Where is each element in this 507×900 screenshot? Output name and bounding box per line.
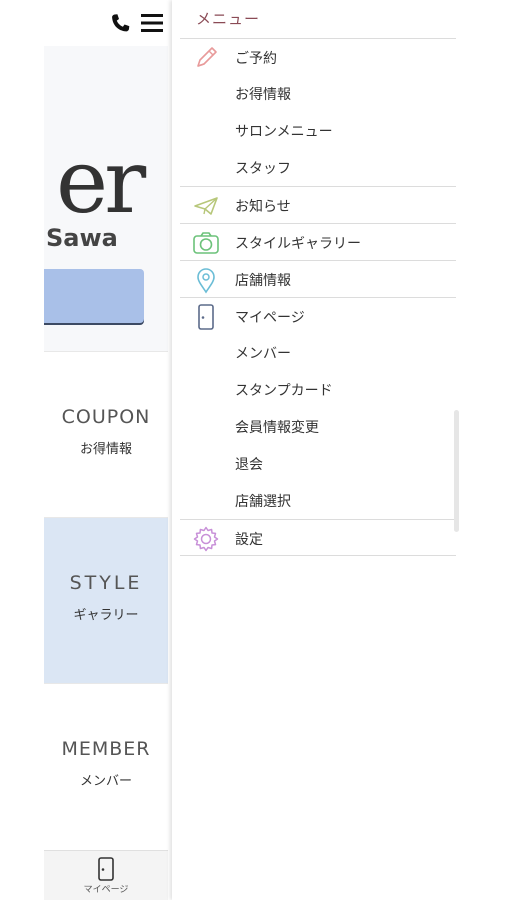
side-drawer-menu: メニュー ご予約 お得情報 サロンメニュー スタッフ お知らせ スタイルギャラリ… [172, 0, 507, 900]
drawer-menu-list: ご予約 お得情報 サロンメニュー スタッフ お知らせ スタイルギャラリー 店舗情… [180, 38, 456, 556]
menu-item-style-gallery[interactable]: スタイルギャラリー [180, 223, 456, 260]
tab-label: マイページ [83, 885, 129, 895]
menu-item-label: スタッフ [235, 161, 291, 177]
gear-icon [193, 526, 219, 552]
menu-item-label: マイページ [235, 310, 305, 326]
pencil-icon [197, 47, 217, 67]
menu-item-store-select[interactable]: 店舗選択 [180, 482, 456, 519]
menu-item-label: メンバー [235, 346, 291, 362]
menu-item-label: 会員情報変更 [235, 420, 319, 436]
tile-title: COUPON [61, 406, 151, 428]
door-icon [198, 304, 214, 330]
menu-item-coupon[interactable]: お得情報 [180, 75, 456, 112]
menu-item-staff[interactable]: スタッフ [180, 149, 456, 186]
background-page: er Sawa COUPON お得情報 STYLE ギャラリー MEMBER メ… [44, 0, 168, 900]
drawer-title: メニュー [196, 10, 261, 28]
hero-button[interactable] [44, 269, 144, 323]
tile-title: MEMBER [61, 738, 151, 760]
tile-subtitle: お得情報 [79, 442, 132, 457]
member-tile[interactable]: MEMBER メンバー [44, 683, 168, 849]
paper-plane-icon [194, 197, 218, 215]
menu-item-label: お得情報 [235, 87, 291, 103]
map-pin-icon [197, 268, 215, 294]
style-tile[interactable]: STYLE ギャラリー [44, 517, 168, 683]
camera-icon [193, 232, 219, 254]
bottom-tab-mypage[interactable]: マイページ [44, 850, 168, 900]
menu-item-mypage[interactable]: マイページ [180, 297, 456, 334]
menu-item-label: ご予約 [235, 51, 277, 67]
menu-item-news[interactable]: お知らせ [180, 186, 456, 223]
hamburger-menu-icon[interactable] [140, 11, 164, 35]
menu-item-member[interactable]: メンバー [180, 334, 456, 371]
menu-item-settings[interactable]: 設定 [180, 519, 456, 556]
menu-item-salon-menu[interactable]: サロンメニュー [180, 112, 456, 149]
menu-item-label: 退会 [235, 457, 263, 473]
tile-subtitle: ギャラリー [73, 608, 139, 623]
menu-item-withdraw[interactable]: 退会 [180, 445, 456, 482]
logo-subtitle: Sawa [46, 224, 118, 252]
tile-title: STYLE [69, 572, 143, 594]
menu-item-stamp-card[interactable]: スタンプカード [180, 371, 456, 408]
menu-item-store-info[interactable]: 店舗情報 [180, 260, 456, 297]
menu-item-edit-member-info[interactable]: 会員情報変更 [180, 408, 456, 445]
menu-item-label: スタイルギャラリー [235, 236, 361, 252]
hero-section: er Sawa [44, 46, 168, 351]
logo-text: er [56, 130, 146, 233]
menu-item-reservation[interactable]: ご予約 [180, 38, 456, 75]
menu-item-label: 店舗情報 [235, 273, 291, 289]
drawer-scrollbar[interactable] [454, 410, 459, 532]
menu-item-label: お知らせ [235, 199, 291, 215]
phone-icon[interactable] [108, 12, 132, 36]
coupon-tile[interactable]: COUPON お得情報 [44, 351, 168, 517]
door-icon [98, 857, 114, 881]
menu-item-label: スタンプカード [235, 383, 333, 399]
menu-item-label: サロンメニュー [235, 124, 333, 140]
tile-subtitle: メンバー [79, 774, 132, 789]
menu-item-label: 設定 [235, 532, 263, 548]
header-icons [108, 8, 168, 38]
menu-item-label: 店舗選択 [235, 494, 291, 510]
